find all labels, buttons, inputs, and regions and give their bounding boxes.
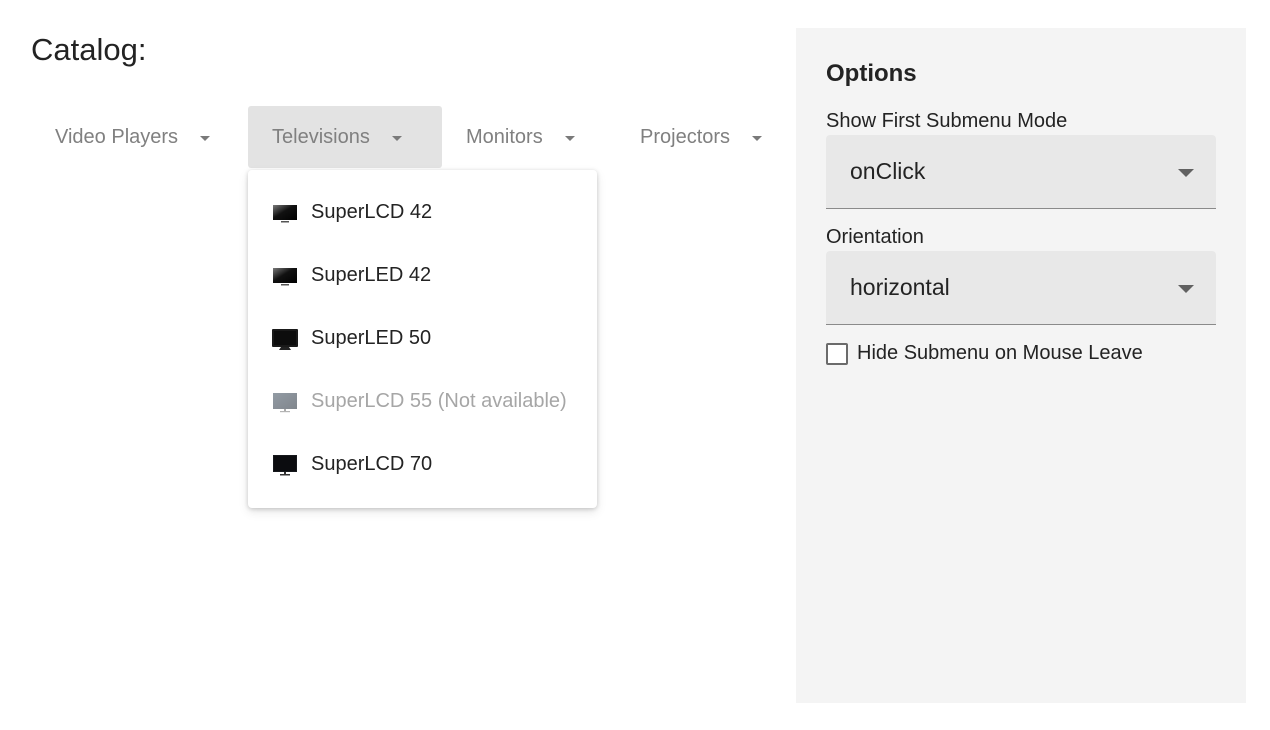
televisions-submenu: SuperLCD 42 SuperLED 42 SuperLED 50 Supe… (248, 170, 597, 508)
menu-item-televisions[interactable]: Televisions (248, 106, 442, 168)
submenu-item-superled-50[interactable]: SuperLED 50 (248, 307, 597, 370)
chevron-down-icon (1178, 285, 1194, 293)
caret-down-icon (391, 135, 402, 141)
submenu-item-superlcd-55[interactable]: SuperLCD 55 (Not available) (248, 370, 597, 433)
chevron-down-icon (1178, 169, 1194, 177)
submenu-item-superled-42[interactable]: SuperLED 42 (248, 244, 597, 307)
page: Catalog: Video Players Televisions Monit… (0, 0, 1270, 730)
options-panel: Options Show First Submenu Mode onClick … (796, 28, 1246, 703)
select-value: onClick (850, 158, 926, 184)
submenu-item-label: SuperLED 42 (311, 264, 432, 286)
submenu-item-label: SuperLCD 42 (311, 201, 433, 223)
tv-icon (273, 267, 297, 285)
show-first-submenu-mode-select[interactable]: onClick (826, 135, 1216, 209)
caret-down-icon (752, 135, 763, 141)
menu-item-video-players[interactable]: Video Players (31, 106, 225, 168)
options-title: Options (826, 60, 917, 87)
caret-down-icon (564, 135, 575, 141)
tv-icon (273, 454, 297, 475)
menu-item-projectors[interactable]: Projectors (616, 106, 782, 168)
submenu-item-superlcd-42[interactable]: SuperLCD 42 (248, 181, 597, 244)
hide-submenu-checkbox[interactable] (826, 342, 848, 365)
menu-item-label: Video Players (55, 125, 179, 148)
submenu-item-label: SuperLCD 70 (311, 453, 433, 475)
menu-item-label: Monitors (466, 125, 543, 148)
submenu-item-label: SuperLCD 55 (Not available) (311, 390, 567, 412)
menu-item-label: Projectors (640, 125, 731, 148)
orientation-label: Orientation (826, 226, 924, 248)
submenu-item-label: SuperLED 50 (311, 327, 432, 349)
orientation-select[interactable]: horizontal (826, 251, 1216, 325)
menu-item-monitors[interactable]: Monitors (442, 106, 592, 168)
tv-icon (272, 328, 298, 350)
tv-icon (273, 204, 297, 222)
menu-item-label: Televisions (272, 125, 370, 148)
catalog-title: Catalog: (31, 32, 147, 67)
show-first-submenu-mode-label: Show First Submenu Mode (826, 110, 1068, 132)
select-value: horizontal (850, 274, 950, 300)
hide-submenu-label: Hide Submenu on Mouse Leave (857, 342, 1143, 364)
submenu-item-superlcd-70[interactable]: SuperLCD 70 (248, 433, 597, 496)
caret-down-icon (200, 135, 211, 141)
tv-icon (273, 392, 297, 412)
hide-submenu-checkbox-row[interactable]: Hide Submenu on Mouse Leave (826, 342, 1143, 365)
